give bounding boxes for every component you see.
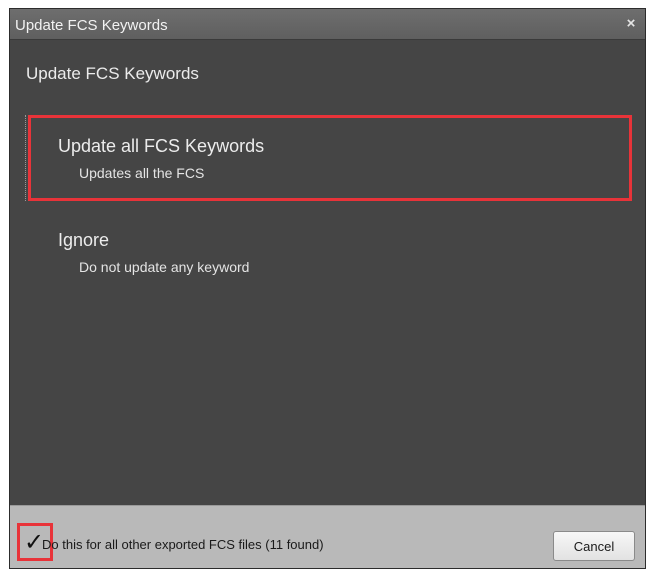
apply-to-all-label[interactable]: Do this for all other exported FCS files… xyxy=(42,537,324,552)
update-fcs-keywords-dialog: Update FCS Keywords × Update FCS Keyword… xyxy=(9,8,646,569)
dialog-footer: ✓ Do this for all other exported FCS fil… xyxy=(10,505,645,568)
option-description: Updates all the FCS xyxy=(79,165,205,181)
title-bar: Update FCS Keywords × xyxy=(10,9,645,40)
option-title: Ignore xyxy=(58,230,110,250)
cancel-button[interactable]: Cancel xyxy=(553,531,635,561)
window-title: Update FCS Keywords xyxy=(15,17,168,34)
option-description: Do not update any keyword xyxy=(79,259,250,275)
close-icon[interactable]: × xyxy=(621,14,641,34)
dialog-heading: Update FCS Keywords xyxy=(26,64,199,83)
option-ignore[interactable]: Ignore Do not update any keyword xyxy=(28,216,632,302)
option-update-all-keywords[interactable]: Update all FCS Keywords Updates all the … xyxy=(25,115,632,201)
option-title: Update all FCS Keywords xyxy=(58,136,265,156)
